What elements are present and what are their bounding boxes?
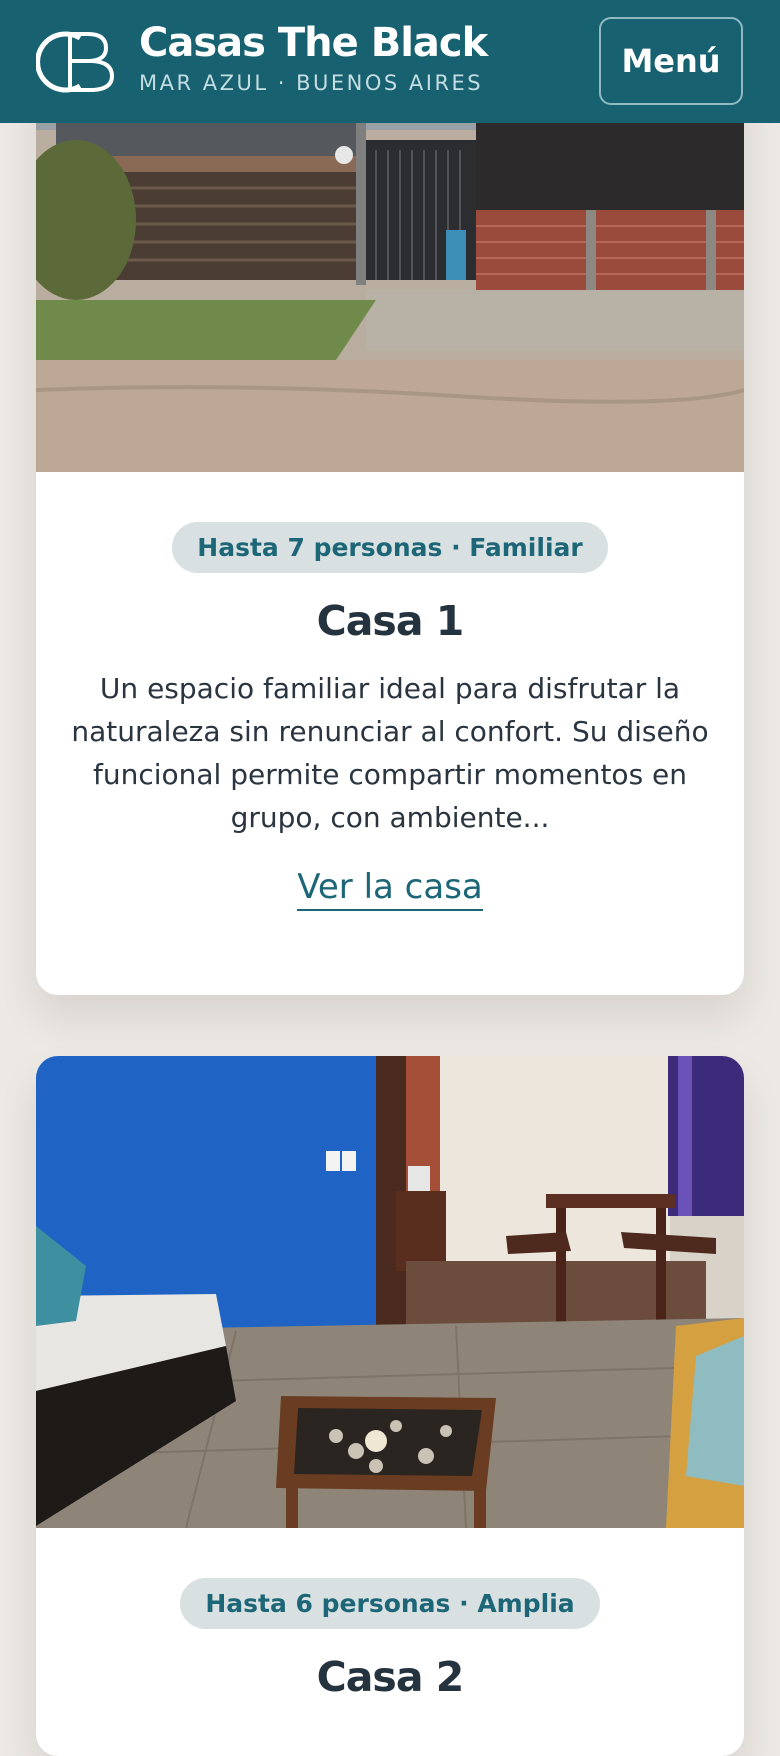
capacity-badge: Hasta 7 personas · Familiar	[172, 522, 608, 573]
brand-name[interactable]: Casas The Black	[139, 20, 488, 66]
house-title: Casa 1	[316, 597, 465, 645]
house-1-body: Hasta 7 personas · Familiar Casa 1 Un es…	[36, 472, 744, 911]
house-description: Un espacio familiar ideal para disfrutar…	[71, 672, 709, 834]
site-header: Casas The Black MAR AZUL · BUENOS AIRES …	[0, 0, 780, 123]
brand-subtitle: MAR AZUL · BUENOS AIRES	[139, 71, 484, 95]
house-2-photo	[36, 1056, 744, 1528]
house-card-2: Hasta 6 personas · Amplia Casa 2	[36, 1056, 744, 1756]
cb-logo-icon[interactable]	[36, 28, 120, 96]
house-card-1: Hasta 7 personas · Familiar Casa 1 Un es…	[36, 60, 744, 995]
house-2-body: Hasta 6 personas · Amplia Casa 2	[36, 1528, 744, 1701]
house-title: Casa 2	[316, 1653, 465, 1701]
menu-button[interactable]: Menú	[599, 17, 743, 105]
capacity-badge: Hasta 6 personas · Amplia	[180, 1578, 600, 1629]
view-house-link[interactable]: Ver la casa	[297, 867, 483, 911]
